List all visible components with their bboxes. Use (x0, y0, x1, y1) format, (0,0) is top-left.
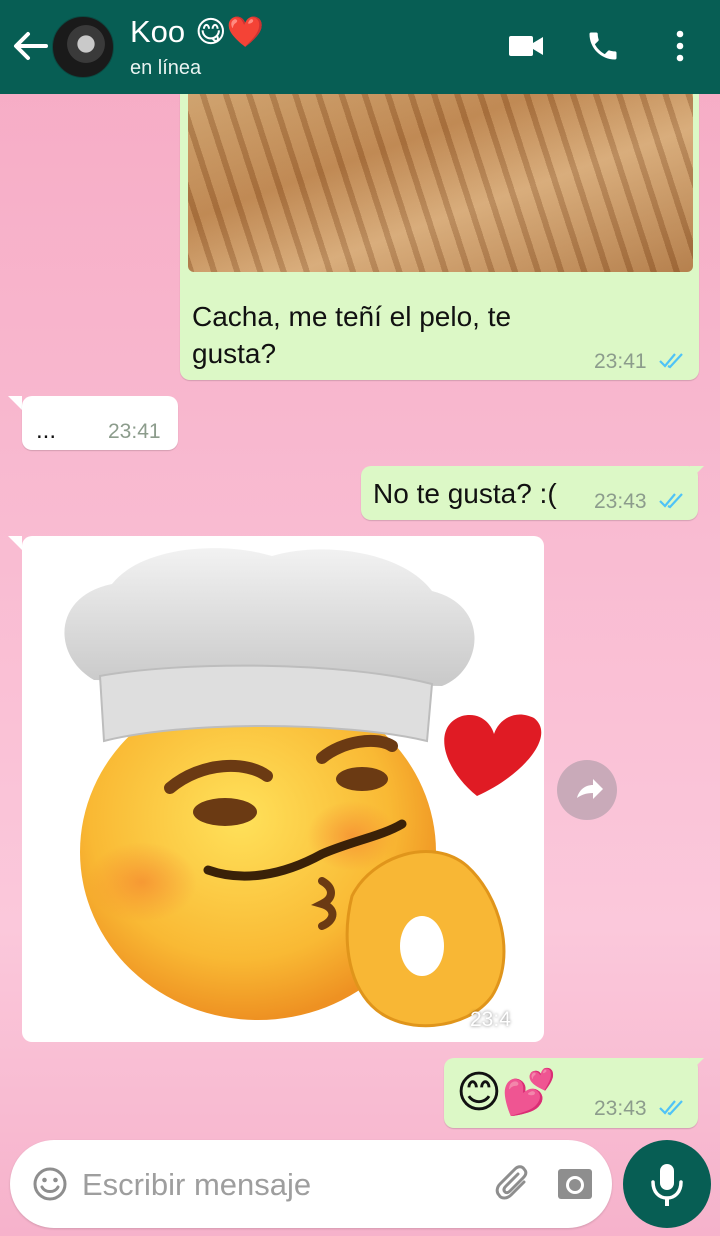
mic-icon (651, 1164, 683, 1206)
camera-icon[interactable] (555, 1164, 595, 1204)
message-text: Cacha, me teñí el pelo, te gusta? (192, 301, 512, 369)
read-ticks-icon (659, 1100, 683, 1116)
mic-button[interactable] (623, 1140, 711, 1228)
read-ticks-icon (659, 493, 683, 509)
contact-status: en línea (130, 57, 202, 79)
more-vert-icon[interactable] (674, 30, 686, 62)
message-time: 23:41 (108, 420, 161, 443)
sticker-message[interactable]: 23:4 (22, 536, 544, 1042)
avatar[interactable] (52, 16, 114, 78)
message-composer: Escribir mensaje (10, 1140, 612, 1228)
bubble-tail (690, 466, 704, 480)
bubble-tail (8, 396, 22, 410)
read-ticks-icon (659, 353, 683, 369)
message-time: 23:4 (470, 1008, 511, 1031)
chef-kiss-emoji-icon (64, 548, 542, 1028)
message-emoji-text: 😊💕 (456, 1067, 557, 1118)
shared-photo[interactable] (188, 94, 693, 272)
attach-icon[interactable] (494, 1164, 534, 1204)
chat-area: Cacha, me teñí el pelo, te gusta? 23:41 … (0, 84, 720, 1134)
message-time: 23:43 (594, 1097, 647, 1120)
forward-button[interactable] (557, 760, 617, 820)
message-text: No te gusta? :( (373, 478, 557, 509)
bubble-tail (690, 1058, 704, 1072)
bubble-tail (8, 536, 22, 550)
contact-title[interactable]: Koo 😋❤️ (130, 14, 264, 50)
contact-name: Koo (130, 14, 186, 49)
forward-icon (577, 779, 603, 799)
message-time: 23:41 (594, 350, 647, 373)
video-call-icon[interactable] (508, 34, 544, 58)
message-input[interactable]: Escribir mensaje (82, 1167, 311, 1203)
message-text: ... (36, 417, 57, 444)
phone-icon[interactable] (585, 28, 621, 64)
contact-emojis: 😋❤️ (195, 14, 264, 50)
emoji-icon[interactable] (32, 1166, 68, 1202)
back-arrow-icon[interactable] (10, 28, 50, 64)
message-time: 23:43 (594, 490, 647, 513)
chat-header: Koo 😋❤️ en línea (0, 0, 720, 94)
